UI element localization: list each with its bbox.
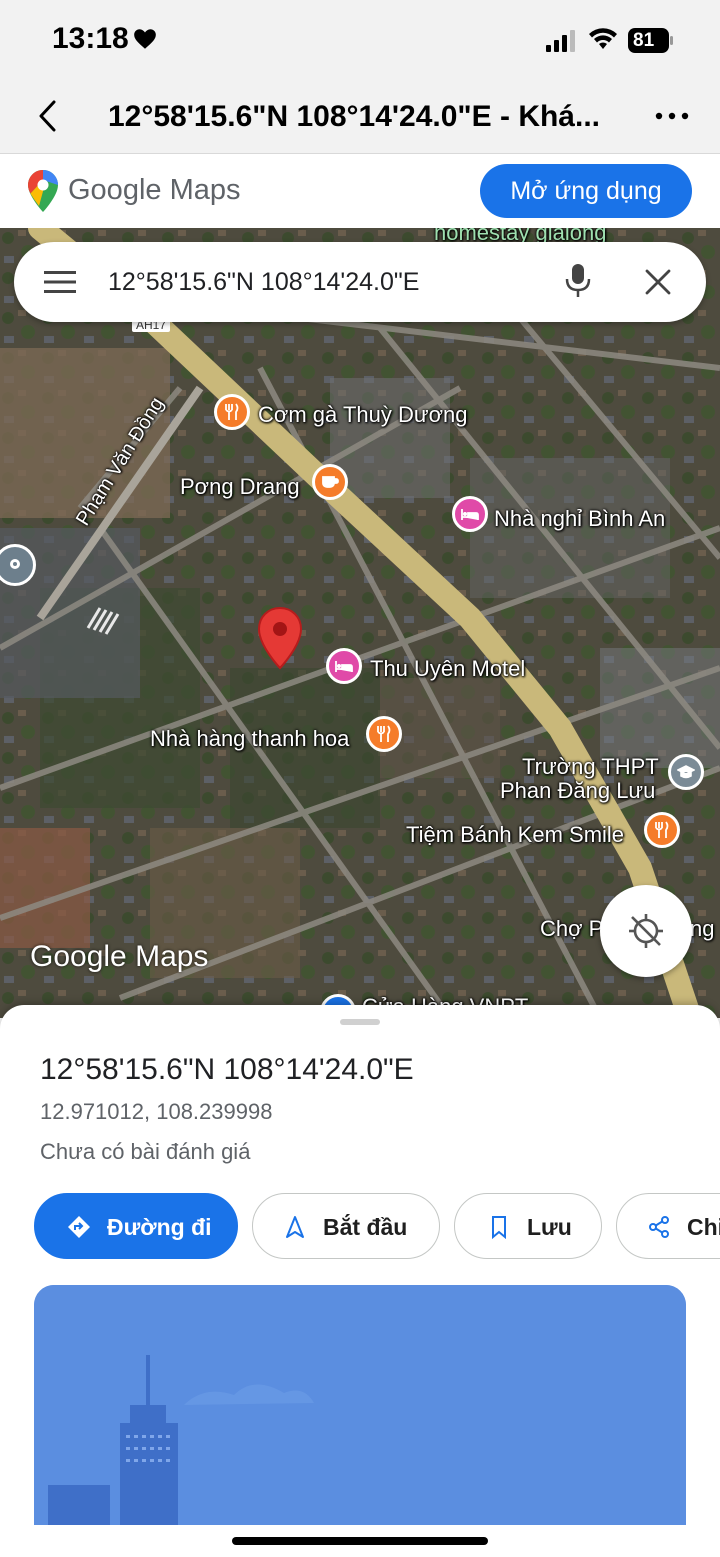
wifi-icon — [589, 28, 617, 49]
search-input[interactable]: 12°58'15.6"N 108°14'24.0"E — [108, 268, 419, 297]
place-decimal-coordinates: 12.971012, 108.239998 — [40, 1099, 273, 1124]
poi-lodging-nha-nghi-binh-an[interactable] — [452, 496, 488, 532]
clear-search-close-icon[interactable] — [644, 268, 672, 296]
map-label-thu-uyen: Thu Uyên Motel — [370, 656, 526, 681]
poi-restaurant-tiem-banh[interactable] — [644, 812, 680, 848]
battery-icon: 81 — [628, 28, 674, 53]
pin-icon — [10, 559, 20, 569]
map-label-cho-part2: ng — [690, 916, 715, 941]
google-maps-logo: Google Maps — [68, 174, 241, 207]
directions-button[interactable]: Đường đi — [34, 1193, 238, 1259]
hamburger-menu-icon[interactable] — [44, 270, 76, 294]
share-button[interactable]: Chi — [616, 1193, 720, 1259]
map-label-nha-nghi: Nhà nghỉ Bình An — [494, 506, 666, 531]
google-maps-pin-logo-icon — [28, 170, 58, 212]
battery-level: 81 — [633, 30, 655, 51]
sheet-drag-handle[interactable] — [340, 1019, 380, 1025]
more-options-icon[interactable] — [654, 108, 690, 124]
heart-icon — [134, 29, 156, 49]
fork-knife-icon — [377, 725, 391, 742]
microphone-icon[interactable] — [564, 262, 592, 300]
share-icon — [649, 1216, 669, 1238]
map-label-com-ga: Cơm gà Thuỳ Dương — [258, 402, 468, 427]
place-review-status: Chưa có bài đánh giá — [40, 1139, 251, 1164]
map-label-truong-line2: Phan Đăng Lưu — [500, 778, 656, 803]
directions-label: Đường đi — [107, 1214, 212, 1240]
poi-lodging-thu-uyen[interactable] — [326, 648, 362, 684]
map-label-pong-drang: Pơng Drang — [180, 474, 300, 499]
map-label-nha-hang: Nhà hàng thanh hoa — [150, 726, 350, 751]
place-photo-placeholder[interactable] — [34, 1285, 686, 1525]
coffee-cup-icon — [322, 476, 339, 488]
bed-icon — [461, 509, 479, 520]
open-app-button[interactable]: Mở ứng dụng — [480, 164, 692, 218]
city-illustration-image — [34, 1285, 686, 1525]
poi-cafe-pong-drang[interactable] — [312, 464, 348, 500]
page-title: 12°58'15.6"N 108°14'24.0"E - Khá... — [108, 100, 600, 133]
fork-knife-icon — [655, 821, 669, 838]
my-location-button[interactable] — [600, 885, 692, 977]
poi-school-phan-dang-luu[interactable] — [668, 754, 704, 790]
dropped-pin-marker-icon[interactable] — [256, 606, 304, 670]
maps-wordmark: Maps — [169, 174, 241, 206]
bed-icon — [335, 661, 353, 672]
start-navigation-button[interactable]: Bắt đầu — [252, 1193, 440, 1259]
back-chevron-icon[interactable] — [34, 98, 60, 134]
search-bar[interactable]: 12°58'15.6"N 108°14'24.0"E — [14, 242, 706, 322]
place-bottom-sheet[interactable]: 12°58'15.6"N 108°14'24.0"E 12.971012, 10… — [0, 1005, 720, 1557]
navigation-arrow-icon — [286, 1216, 304, 1238]
poi-restaurant-nha-hang[interactable] — [366, 716, 402, 752]
poi-restaurant-com-ga[interactable] — [214, 394, 250, 430]
map-google-watermark: Google Maps — [30, 940, 209, 973]
start-label: Bắt đầu — [323, 1214, 408, 1240]
google-maps-banner: Google Maps Mở ứng dụng — [0, 154, 720, 228]
cellular-signal-icon — [546, 30, 575, 52]
map-label-truong-line1: Trường THPT — [522, 754, 659, 779]
browser-header: 12°58'15.6"N 108°14'24.0"E - Khá... — [0, 84, 720, 154]
google-wordmark: Google — [68, 174, 162, 206]
place-title: 12°58'15.6"N 108°14'24.0"E — [40, 1053, 414, 1086]
save-label: Lưu — [527, 1214, 572, 1240]
map-label-cho-part1: Chợ P — [540, 916, 604, 941]
fork-knife-icon — [225, 403, 239, 420]
bookmark-icon — [492, 1216, 506, 1239]
map-label-tiem-banh: Tiệm Bánh Kem Smile — [406, 822, 625, 847]
home-indicator[interactable] — [232, 1537, 488, 1545]
directions-diamond-icon — [68, 1216, 90, 1238]
location-disabled-icon — [629, 914, 663, 948]
status-time: 13:18 — [52, 22, 129, 55]
save-button[interactable]: Lưu — [454, 1193, 602, 1259]
share-label: Chi — [687, 1214, 720, 1240]
status-bar: 13:18 81 — [0, 0, 720, 84]
graduation-cap-icon — [677, 765, 695, 779]
